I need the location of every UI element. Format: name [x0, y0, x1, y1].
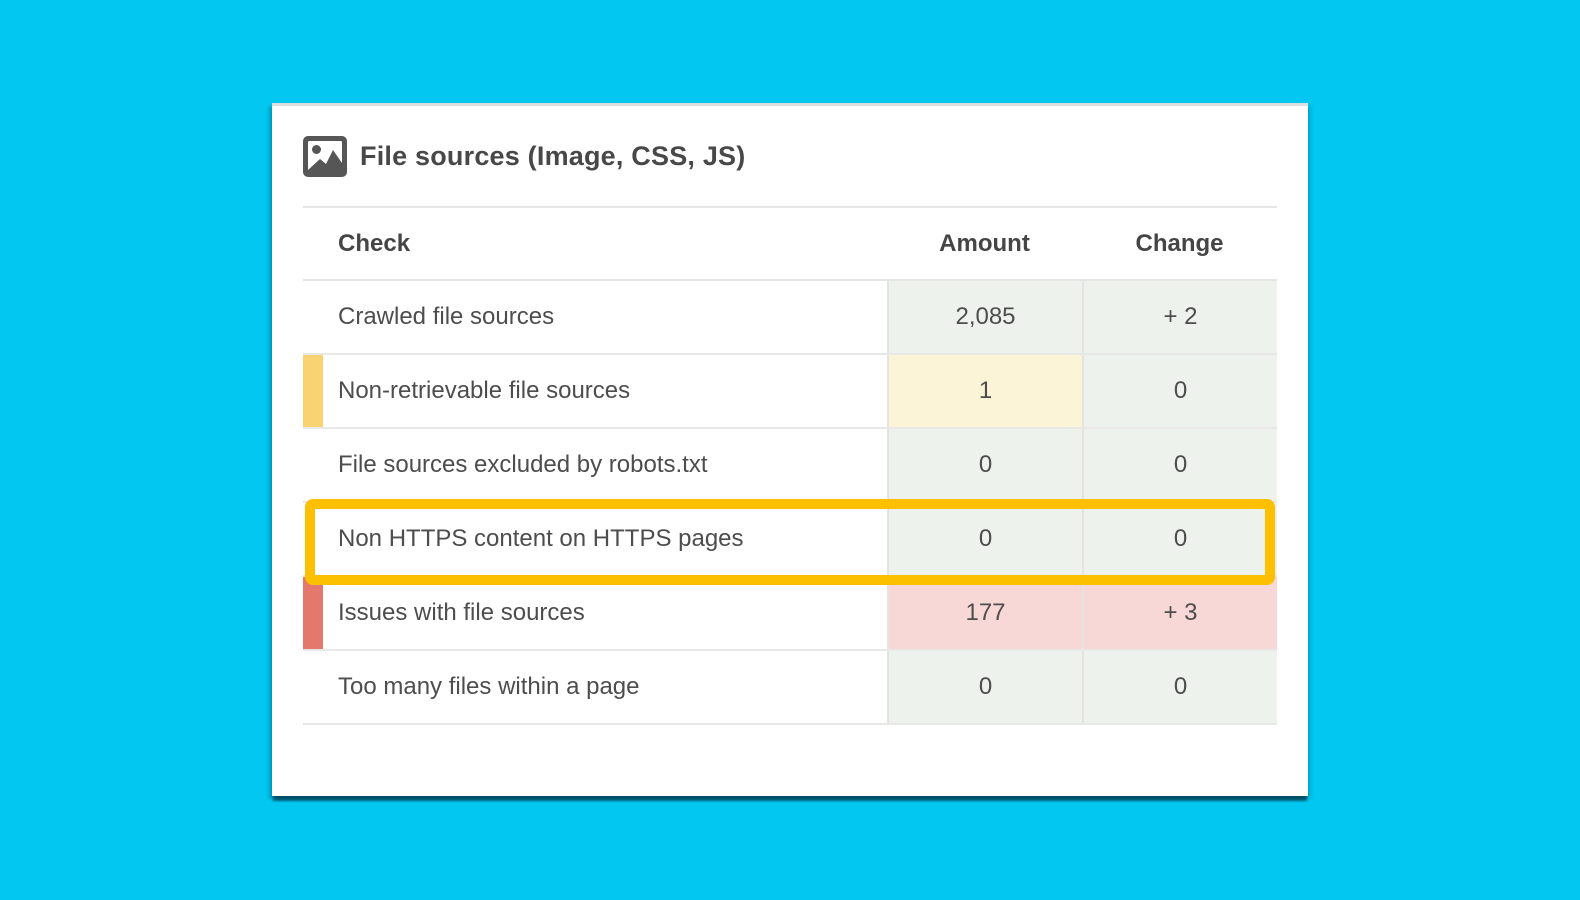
change-cell: 0 [1082, 355, 1277, 427]
table-row[interactable]: Issues with file sources 177 + 3 [303, 577, 1277, 651]
amount-cell: 0 [887, 429, 1082, 501]
check-cell: Non-retrievable file sources [303, 355, 887, 427]
amount-cell: 1 [887, 355, 1082, 427]
file-sources-table: Check Amount Change Crawled file sources… [303, 208, 1277, 725]
table-row[interactable]: Too many files within a page 0 0 [303, 651, 1277, 725]
row-status-marker [303, 577, 323, 649]
check-cell: Too many files within a page [303, 651, 887, 723]
change-cell: + 2 [1082, 281, 1277, 353]
change-cell: + 3 [1082, 577, 1277, 649]
table-body: Crawled file sources 2,085 + 2 Non-retri… [303, 281, 1277, 725]
desktop-background: File sources (Image, CSS, JS) Check Amou… [0, 0, 1580, 900]
table-row[interactable]: File sources excluded by robots.txt 0 0 [303, 429, 1277, 503]
card-title: File sources (Image, CSS, JS) [360, 141, 745, 172]
check-cell: Issues with file sources [303, 577, 887, 649]
card-header: File sources (Image, CSS, JS) [303, 106, 1277, 208]
amount-cell: 177 [887, 577, 1082, 649]
check-cell: Non HTTPS content on HTTPS pages [303, 503, 887, 575]
column-header-check: Check [303, 230, 887, 258]
row-status-marker [303, 355, 323, 427]
amount-cell: 0 [887, 651, 1082, 723]
column-header-change: Change [1082, 230, 1277, 258]
table-row[interactable]: Crawled file sources 2,085 + 2 [303, 281, 1277, 355]
column-header-amount: Amount [887, 230, 1082, 258]
amount-cell: 0 [887, 503, 1082, 575]
change-cell: 0 [1082, 429, 1277, 501]
table-header-row: Check Amount Change [303, 208, 1277, 281]
change-cell: 0 [1082, 503, 1277, 575]
check-cell: File sources excluded by robots.txt [303, 429, 887, 501]
table-row[interactable]: Non-retrievable file sources 1 0 [303, 355, 1277, 429]
amount-cell: 2,085 [887, 281, 1082, 353]
table-row[interactable]: Non HTTPS content on HTTPS pages 0 0 [303, 503, 1277, 577]
image-icon [303, 136, 347, 177]
file-sources-card: File sources (Image, CSS, JS) Check Amou… [272, 103, 1308, 796]
change-cell: 0 [1082, 651, 1277, 723]
check-cell: Crawled file sources [303, 281, 887, 353]
